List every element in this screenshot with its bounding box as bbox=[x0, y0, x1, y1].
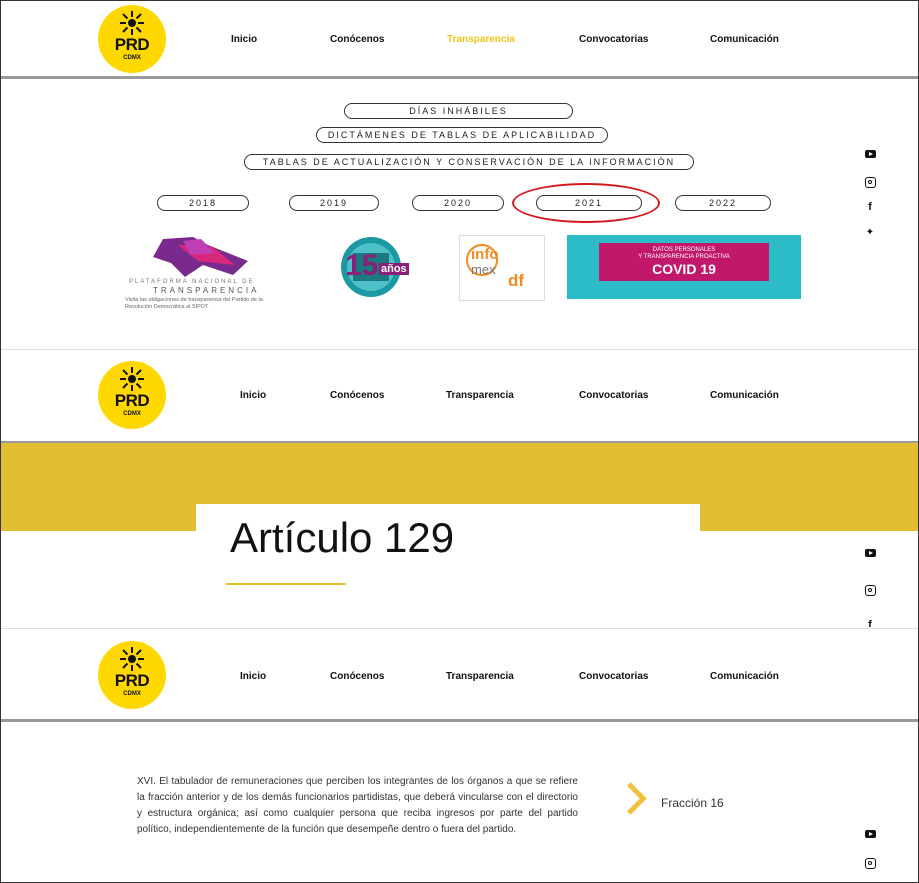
logo-cdmx-text: CDMX bbox=[123, 411, 141, 417]
site-header: PRD CDMX Inicio Conócenos Transparencia … bbox=[1, 1, 918, 79]
aniversario-tile[interactable]: 15 años bbox=[323, 235, 420, 299]
nav-convocatorias[interactable]: Convocatorias bbox=[579, 357, 648, 432]
nav-transparencia[interactable]: Transparencia bbox=[446, 638, 514, 713]
covid-tile[interactable]: DATOS PERSONALES Y TRANSPARENCIA PROACTI… bbox=[567, 235, 801, 299]
infomex-info-text: info bbox=[471, 246, 499, 263]
youtube-icon[interactable] bbox=[863, 830, 877, 841]
pnt-subtitle: TRANSPARENCIA bbox=[153, 286, 260, 295]
nav-conocenos[interactable]: Conócenos bbox=[330, 357, 384, 432]
fraccion-16-link[interactable]: Fracción 16 bbox=[661, 796, 724, 810]
nav-comunicacion[interactable]: Comunicación bbox=[710, 357, 779, 432]
chevron-right-icon[interactable] bbox=[614, 782, 647, 815]
aniversario-text: años bbox=[379, 263, 409, 275]
year-2020-button[interactable]: 2020 bbox=[412, 195, 504, 211]
nav-convocatorias[interactable]: Convocatorias bbox=[579, 638, 648, 713]
sun-icon bbox=[120, 367, 144, 391]
logo-prd-text: PRD bbox=[114, 671, 150, 690]
highlight-circle bbox=[512, 183, 660, 223]
divider-2 bbox=[1, 628, 918, 629]
year-2022-button[interactable]: 2022 bbox=[675, 195, 771, 211]
nav-comunicacion[interactable]: Comunicación bbox=[710, 1, 779, 76]
logo-cdmx-text: CDMX bbox=[123, 55, 141, 61]
dias-inhabiles-button[interactable]: DÍAS INHÁBILES bbox=[344, 103, 573, 119]
youtube-icon[interactable] bbox=[863, 549, 877, 560]
pnt-graphic bbox=[153, 237, 248, 277]
year-2018-button[interactable]: 2018 bbox=[157, 195, 249, 211]
aniversario-number: 15 bbox=[345, 249, 379, 282]
prd-logo[interactable]: PRD CDMX bbox=[98, 5, 166, 73]
covid-line1: DATOS PERSONALES bbox=[652, 247, 716, 253]
pnt-title: PLATAFORMA NACIONAL DE bbox=[129, 279, 255, 285]
infomex-tile[interactable]: info mex df bbox=[459, 235, 545, 301]
instagram-icon[interactable] bbox=[863, 177, 877, 191]
divider-1 bbox=[1, 349, 918, 350]
nav-inicio[interactable]: Inicio bbox=[240, 357, 266, 432]
nav-convocatorias[interactable]: Convocatorias bbox=[579, 1, 648, 76]
instagram-icon[interactable] bbox=[863, 585, 877, 599]
infomex-df-text: df bbox=[508, 271, 525, 290]
covid-line3: COVID 19 bbox=[652, 261, 716, 277]
nav-conocenos[interactable]: Conócenos bbox=[330, 1, 384, 76]
prd-logo-3[interactable]: PRD CDMX bbox=[98, 641, 166, 709]
facebook-icon[interactable]: f bbox=[863, 619, 877, 627]
logo-prd-text: PRD bbox=[114, 391, 150, 410]
sun-icon bbox=[120, 647, 144, 671]
twitter-icon[interactable]: ✦ bbox=[863, 227, 877, 238]
prd-logo-2[interactable]: PRD CDMX bbox=[98, 361, 166, 429]
site-header-2: PRD CDMX Inicio Conócenos Transparencia … bbox=[1, 357, 918, 444]
year-2019-button[interactable]: 2019 bbox=[289, 195, 379, 211]
nav-conocenos[interactable]: Conócenos bbox=[330, 638, 384, 713]
title-underline bbox=[226, 583, 346, 585]
articulo-title: Artículo 129 bbox=[230, 514, 455, 561]
nav-inicio[interactable]: Inicio bbox=[231, 1, 257, 76]
covid-box: DATOS PERSONALES Y TRANSPARENCIA PROACTI… bbox=[599, 243, 769, 281]
covid-line2: Y TRANSPARENCIA PROACTIVA bbox=[638, 254, 730, 260]
logo-cdmx-text: CDMX bbox=[123, 691, 141, 697]
nav-transparencia[interactable]: Transparencia bbox=[447, 1, 515, 76]
screenshot-frame: PRD CDMX Inicio Conócenos Transparencia … bbox=[0, 0, 919, 883]
infomex-mex-text: mex bbox=[471, 262, 496, 277]
sun-icon bbox=[120, 11, 144, 35]
dictamenes-button[interactable]: DICTÁMENES DE TABLAS DE APLICABILIDAD bbox=[316, 127, 608, 143]
site-header-3: PRD CDMX Inicio Conócenos Transparencia … bbox=[1, 638, 918, 722]
youtube-icon[interactable] bbox=[863, 150, 877, 161]
nav-transparencia[interactable]: Transparencia bbox=[446, 357, 514, 432]
pnt-caption: Visita las obligaciones de transparencia… bbox=[125, 297, 263, 310]
nav-inicio[interactable]: Inicio bbox=[240, 638, 266, 713]
fraccion-description: XVI. El tabulador de remuneraciones que … bbox=[137, 776, 578, 835]
plataforma-transparencia-tile[interactable]: PLATAFORMA NACIONAL DE TRANSPARENCIA Vis… bbox=[123, 235, 289, 310]
nav-comunicacion[interactable]: Comunicación bbox=[710, 638, 779, 713]
facebook-icon[interactable]: f bbox=[863, 201, 877, 213]
instagram-icon[interactable] bbox=[863, 858, 877, 872]
tablas-actualizacion-button[interactable]: TABLAS DE ACTUALIZACIÓN Y CONSERVACIÓN D… bbox=[244, 154, 694, 170]
logo-prd-text: PRD bbox=[114, 35, 150, 54]
